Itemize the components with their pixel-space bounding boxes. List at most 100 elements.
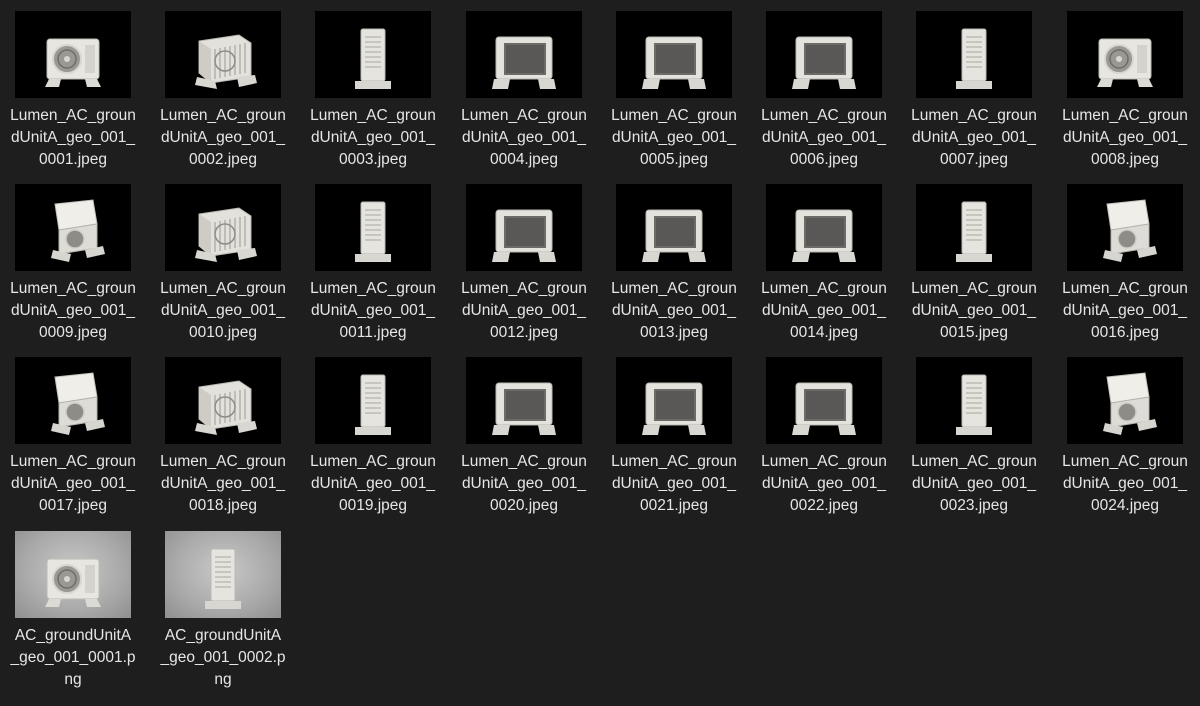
file-name-label: Lumen_AC_groun dUnitA_geo_001_ 0006.jpeg	[761, 107, 887, 168]
ac-unit-thumbnail-image	[1103, 199, 1157, 262]
file-thumbnail[interactable]	[466, 11, 582, 98]
ac-unit-thumbnail-image	[355, 201, 391, 262]
file-item[interactable]: Lumen_AC_groun dUnitA_geo_001_ 0022.jpeg	[751, 346, 897, 514]
file-thumbnail[interactable]	[15, 531, 131, 618]
ac-unit-thumbnail-image	[492, 382, 556, 435]
file-item[interactable]: Lumen_AC_groun dUnitA_geo_001_ 0002.jpeg	[150, 0, 296, 168]
ac-unit-thumbnail-image	[642, 36, 706, 89]
file-thumbnail[interactable]	[466, 184, 582, 271]
ac-unit-thumbnail-image	[355, 374, 391, 435]
file-item[interactable]: Lumen_AC_groun dUnitA_geo_001_ 0019.jpeg	[300, 346, 446, 514]
file-item[interactable]: Lumen_AC_groun dUnitA_geo_001_ 0021.jpeg	[601, 346, 747, 514]
file-name-label: Lumen_AC_groun dUnitA_geo_001_ 0018.jpeg	[160, 453, 286, 514]
file-name-label: Lumen_AC_groun dUnitA_geo_001_ 0014.jpeg	[761, 280, 887, 341]
file-name-label: Lumen_AC_groun dUnitA_geo_001_ 0007.jpeg	[911, 107, 1037, 168]
file-thumbnail[interactable]	[165, 11, 281, 98]
file-thumbnail[interactable]	[165, 531, 281, 618]
file-item[interactable]: Lumen_AC_groun dUnitA_geo_001_ 0023.jpeg	[901, 346, 1047, 514]
file-item[interactable]: AC_groundUnitA _geo_001_0001.p ng	[0, 520, 146, 688]
ac-unit-thumbnail-image	[205, 548, 241, 609]
file-name-label: Lumen_AC_groun dUnitA_geo_001_ 0011.jpeg	[310, 280, 436, 341]
file-item[interactable]: AC_groundUnitA _geo_001_0002.p ng	[150, 520, 296, 688]
file-grid: Lumen_AC_groun dUnitA_geo_001_ 0001.jpeg…	[0, 0, 1200, 706]
file-name-label: Lumen_AC_groun dUnitA_geo_001_ 0009.jpeg	[10, 280, 136, 341]
ac-unit-thumbnail-image	[956, 28, 992, 89]
ac-unit-thumbnail-image	[195, 207, 257, 262]
file-name-label: Lumen_AC_groun dUnitA_geo_001_ 0023.jpeg	[911, 453, 1037, 514]
file-thumbnail[interactable]	[15, 11, 131, 98]
file-thumbnail[interactable]	[315, 184, 431, 271]
file-item[interactable]: Lumen_AC_groun dUnitA_geo_001_ 0018.jpeg	[150, 346, 296, 514]
file-thumbnail[interactable]	[15, 184, 131, 271]
ac-unit-thumbnail-image	[792, 36, 856, 89]
file-thumbnail[interactable]	[315, 11, 431, 98]
file-name-label: Lumen_AC_groun dUnitA_geo_001_ 0012.jpeg	[461, 280, 587, 341]
file-thumbnail[interactable]	[766, 11, 882, 98]
file-name-label: AC_groundUnitA _geo_001_0002.p ng	[160, 627, 286, 688]
file-item[interactable]: Lumen_AC_groun dUnitA_geo_001_ 0008.jpeg	[1052, 0, 1198, 168]
ac-unit-thumbnail-image	[492, 209, 556, 262]
ac-unit-thumbnail-image	[45, 38, 101, 87]
file-name-label: Lumen_AC_groun dUnitA_geo_001_ 0022.jpeg	[761, 453, 887, 514]
file-thumbnail[interactable]	[1067, 184, 1183, 271]
file-item[interactable]: Lumen_AC_groun dUnitA_geo_001_ 0016.jpeg	[1052, 173, 1198, 341]
file-item[interactable]: Lumen_AC_groun dUnitA_geo_001_ 0020.jpeg	[451, 346, 597, 514]
file-name-label: Lumen_AC_groun dUnitA_geo_001_ 0001.jpeg	[10, 107, 136, 168]
ac-unit-thumbnail-image	[355, 28, 391, 89]
file-name-label: Lumen_AC_groun dUnitA_geo_001_ 0002.jpeg	[160, 107, 286, 168]
ac-unit-thumbnail-image	[642, 209, 706, 262]
file-thumbnail[interactable]	[466, 357, 582, 444]
file-item[interactable]: Lumen_AC_groun dUnitA_geo_001_ 0004.jpeg	[451, 0, 597, 168]
file-name-label: Lumen_AC_groun dUnitA_geo_001_ 0017.jpeg	[10, 453, 136, 514]
file-thumbnail[interactable]	[916, 184, 1032, 271]
file-name-label: Lumen_AC_groun dUnitA_geo_001_ 0010.jpeg	[160, 280, 286, 341]
file-item[interactable]: Lumen_AC_groun dUnitA_geo_001_ 0013.jpeg	[601, 173, 747, 341]
file-thumbnail[interactable]	[766, 184, 882, 271]
file-item[interactable]: Lumen_AC_groun dUnitA_geo_001_ 0015.jpeg	[901, 173, 1047, 341]
file-name-label: Lumen_AC_groun dUnitA_geo_001_ 0003.jpeg	[310, 107, 436, 168]
ac-unit-thumbnail-image	[956, 201, 992, 262]
file-name-label: Lumen_AC_groun dUnitA_geo_001_ 0020.jpeg	[461, 453, 587, 514]
ac-unit-thumbnail-image	[195, 34, 257, 89]
ac-unit-thumbnail-image	[1097, 38, 1153, 87]
ac-unit-thumbnail-image	[792, 382, 856, 435]
file-item[interactable]: Lumen_AC_groun dUnitA_geo_001_ 0007.jpeg	[901, 0, 1047, 168]
file-thumbnail[interactable]	[916, 11, 1032, 98]
file-name-label: Lumen_AC_groun dUnitA_geo_001_ 0021.jpeg	[611, 453, 737, 514]
file-item[interactable]: Lumen_AC_groun dUnitA_geo_001_ 0012.jpeg	[451, 173, 597, 341]
file-thumbnail[interactable]	[616, 184, 732, 271]
file-name-label: Lumen_AC_groun dUnitA_geo_001_ 0005.jpeg	[611, 107, 737, 168]
file-name-label: Lumen_AC_groun dUnitA_geo_001_ 0024.jpeg	[1062, 453, 1188, 514]
file-thumbnail[interactable]	[766, 357, 882, 444]
ac-unit-thumbnail-image	[956, 374, 992, 435]
file-name-label: Lumen_AC_groun dUnitA_geo_001_ 0008.jpeg	[1062, 107, 1188, 168]
ac-unit-thumbnail-image	[642, 382, 706, 435]
file-item[interactable]: Lumen_AC_groun dUnitA_geo_001_ 0006.jpeg	[751, 0, 897, 168]
file-thumbnail[interactable]	[916, 357, 1032, 444]
file-name-label: Lumen_AC_groun dUnitA_geo_001_ 0013.jpeg	[611, 280, 737, 341]
file-thumbnail[interactable]	[315, 357, 431, 444]
file-item[interactable]: Lumen_AC_groun dUnitA_geo_001_ 0014.jpeg	[751, 173, 897, 341]
file-item[interactable]: Lumen_AC_groun dUnitA_geo_001_ 0017.jpeg	[0, 346, 146, 514]
file-thumbnail[interactable]	[15, 357, 131, 444]
ac-unit-thumbnail-image	[792, 209, 856, 262]
file-thumbnail[interactable]	[1067, 11, 1183, 98]
file-name-label: Lumen_AC_groun dUnitA_geo_001_ 0015.jpeg	[911, 280, 1037, 341]
file-thumbnail[interactable]	[165, 184, 281, 271]
file-item[interactable]: Lumen_AC_groun dUnitA_geo_001_ 0010.jpeg	[150, 173, 296, 341]
file-item[interactable]: Lumen_AC_groun dUnitA_geo_001_ 0024.jpeg	[1052, 346, 1198, 514]
file-name-label: AC_groundUnitA _geo_001_0001.p ng	[10, 627, 136, 688]
file-thumbnail[interactable]	[1067, 357, 1183, 444]
file-item[interactable]: Lumen_AC_groun dUnitA_geo_001_ 0011.jpeg	[300, 173, 446, 341]
file-thumbnail[interactable]	[616, 357, 732, 444]
file-name-label: Lumen_AC_groun dUnitA_geo_001_ 0004.jpeg	[461, 107, 587, 168]
ac-unit-thumbnail-image	[51, 372, 105, 435]
file-item[interactable]: Lumen_AC_groun dUnitA_geo_001_ 0003.jpeg	[300, 0, 446, 168]
file-item[interactable]: Lumen_AC_groun dUnitA_geo_001_ 0001.jpeg	[0, 0, 146, 168]
file-name-label: Lumen_AC_groun dUnitA_geo_001_ 0016.jpeg	[1062, 280, 1188, 341]
ac-unit-thumbnail-image	[195, 380, 257, 435]
file-thumbnail[interactable]	[616, 11, 732, 98]
file-item[interactable]: Lumen_AC_groun dUnitA_geo_001_ 0005.jpeg	[601, 0, 747, 168]
file-item[interactable]: Lumen_AC_groun dUnitA_geo_001_ 0009.jpeg	[0, 173, 146, 341]
file-thumbnail[interactable]	[165, 357, 281, 444]
